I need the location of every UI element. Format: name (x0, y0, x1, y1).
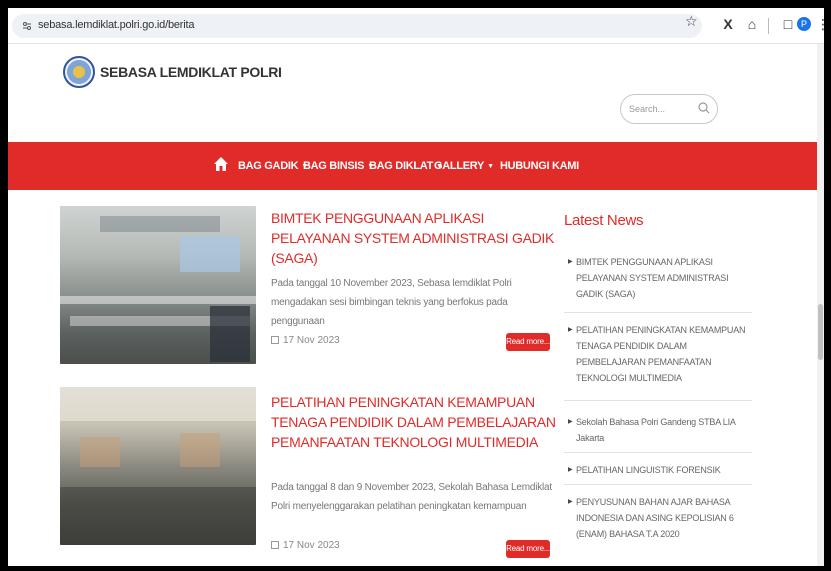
news-link-text[interactable]: Sekolah Bahasa Polri Gandeng STBA LIA Ja… (568, 414, 748, 446)
divider (564, 312, 752, 313)
browser-window: sebasa.lemdiklat.polri.go.id/berita ☆ X … (8, 8, 824, 566)
page-scrollbar[interactable] (817, 44, 824, 566)
extensions-puzzle-icon[interactable]: ⌂ (744, 16, 760, 34)
search-box[interactable] (620, 94, 718, 124)
nav-item-bag-binsis[interactable]: BAG BINSIS ▼ (303, 160, 374, 172)
nav-item-bag-gadik[interactable]: BAG GADIK ▼ (238, 160, 308, 172)
article-thumbnail[interactable] (60, 387, 256, 545)
profile-avatar[interactable]: P (797, 17, 811, 31)
article-title[interactable]: BIMTEK PENGGUNAAN APLIKASI PELAYANAN SYS… (271, 208, 561, 268)
latest-news-item[interactable]: ▶ BIMTEK PENGGUNAAN APLIKASI PELAYANAN SY… (568, 254, 748, 302)
home-icon[interactable] (213, 156, 229, 172)
site-settings-icon[interactable] (22, 21, 32, 31)
bullet-arrow-icon: ▶ (568, 327, 573, 333)
latest-news-heading: Latest News (564, 212, 644, 229)
calendar-icon (271, 336, 279, 344)
site-name[interactable]: SEBASA LEMDIKLAT POLRI (100, 64, 282, 80)
nav-label: HUBUNGI KAMI (500, 160, 579, 172)
side-panel-icon[interactable]: □ (780, 16, 796, 34)
toolbar-divider (768, 18, 769, 34)
read-more-button[interactable]: Read more... (506, 540, 550, 558)
article-excerpt: Pada tanggal 10 November 2023, Sebasa le… (271, 278, 512, 327)
browser-toolbar: sebasa.lemdiklat.polri.go.id/berita ☆ X … (8, 8, 824, 44)
date-text: 17 Nov 2023 (283, 335, 340, 346)
extension-x-icon[interactable]: X (720, 16, 736, 34)
divider (564, 400, 752, 401)
article-thumbnail[interactable] (60, 206, 256, 364)
news-link-text[interactable]: PELATIHAN LINGUISTIK FORENSIK (568, 462, 748, 478)
chevron-down-icon: ▼ (487, 163, 494, 170)
latest-news-item[interactable]: ▶ Sekolah Bahasa Polri Gandeng STBA LIA J… (568, 414, 748, 446)
latest-news-item[interactable]: ▶ PELATIHAN PENINGKATAN KEMAMPUAN TENAGA … (568, 322, 748, 386)
nav-label: GALLERY (434, 160, 485, 172)
nav-label: BAG BINSIS (303, 160, 365, 172)
article-date: 17 Nov 2023 (271, 335, 340, 346)
bookmark-star-icon[interactable]: ☆ (685, 13, 698, 30)
site-logo[interactable] (63, 56, 95, 88)
address-bar[interactable]: sebasa.lemdiklat.polri.go.id/berita (12, 14, 702, 38)
article-title[interactable]: PELATIHAN PENINGKATAN KEMAMPUAN TENAGA P… (271, 392, 561, 452)
nav-item-bag-diklat[interactable]: BAG DIKLAT ▼ (369, 160, 443, 172)
news-link-text[interactable]: BIMTEK PENGGUNAAN APLIKASI PELAYANAN SYS… (568, 254, 748, 302)
article-date: 17 Nov 2023 (271, 540, 340, 551)
browser-menu-icon[interactable]: ⋮ (816, 16, 824, 33)
latest-news-item[interactable]: ▶ PELATIHAN LINGUISTIK FORENSIK (568, 462, 748, 478)
nav-label: BAG GADIK (238, 160, 299, 172)
news-link-text[interactable]: PENYUSUNAN BAHAN AJAR BAHASA INDONESIA D… (568, 494, 748, 542)
read-more-button[interactable]: Read more... (506, 333, 550, 351)
search-input[interactable] (629, 101, 695, 117)
news-link-text[interactable]: PELATIHAN PENINGKATAN KEMAMPUAN TENAGA P… (568, 322, 748, 386)
nav-item-gallery[interactable]: GALLERY ▼ (434, 160, 494, 172)
bullet-arrow-icon: ▶ (568, 259, 573, 265)
bullet-arrow-icon: ▶ (568, 467, 573, 473)
search-icon[interactable] (697, 101, 711, 115)
date-text: 17 Nov 2023 (283, 540, 340, 551)
scrollbar-thumb[interactable] (818, 304, 823, 360)
nav-label: BAG DIKLAT (369, 160, 434, 172)
article-excerpt: Pada tanggal 8 dan 9 November 2023, Seko… (271, 482, 552, 512)
divider (564, 452, 752, 453)
calendar-icon (271, 541, 279, 549)
bullet-arrow-icon: ▶ (568, 419, 573, 425)
main-nav: BAG GADIK ▼ BAG BINSIS ▼ BAG DIKLAT ▼ GALLE… (8, 142, 824, 190)
url-text[interactable]: sebasa.lemdiklat.polri.go.id/berita (38, 19, 194, 31)
nav-item-hubungi-kami[interactable]: HUBUNGI KAMI (500, 160, 579, 172)
bullet-arrow-icon: ▶ (568, 499, 573, 505)
divider (564, 484, 752, 485)
latest-news-item[interactable]: ▶ PENYUSUNAN BAHAN AJAR BAHASA INDONESIA … (568, 494, 748, 542)
